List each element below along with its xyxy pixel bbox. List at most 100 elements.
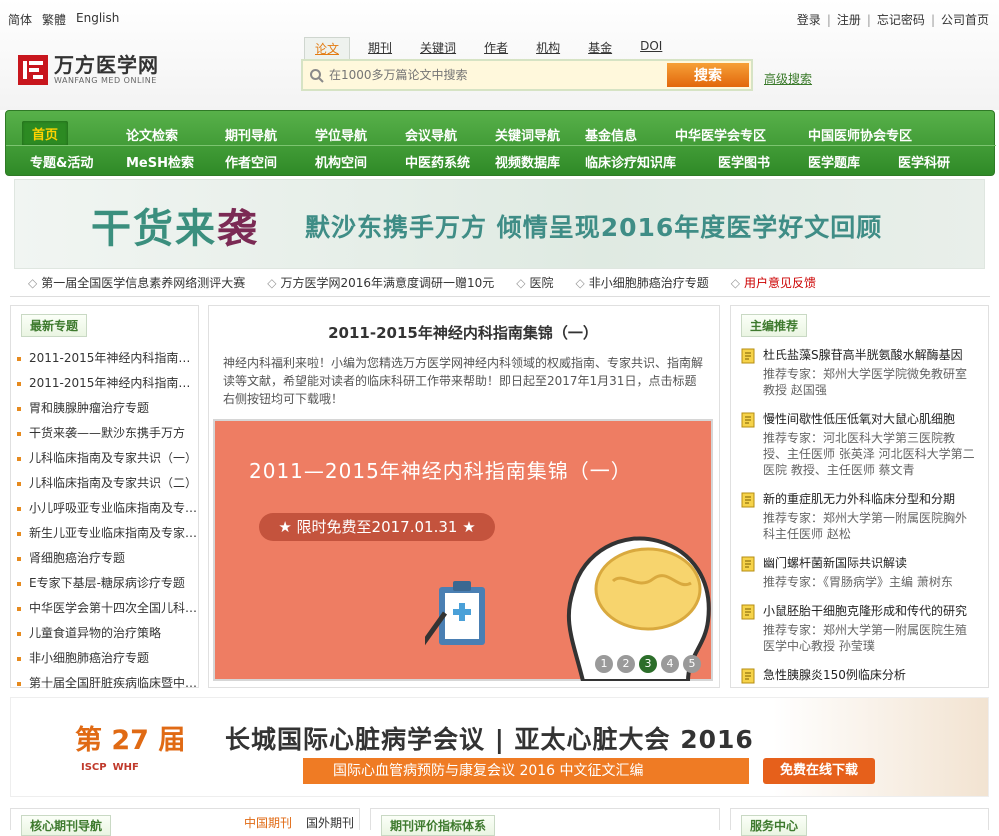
advanced-search-link[interactable]: 高级搜索 [764,70,812,87]
latest-topics-panel: 最新专题 2011-2015年神经内科指南集锦（一） 2011-2015年神经内… [10,305,201,690]
item-title[interactable]: 小鼠胚胎干细胞克隆形成和传代的研究 [763,602,975,619]
tab-journal[interactable]: 期刊 [358,37,402,59]
partner-logo: WHF [112,762,139,773]
slide-badge: ★ 限时免费至2017.01.31 ★ [259,513,495,541]
list-item[interactable]: 肾细胞癌治疗专题 [17,546,201,571]
separator: | [866,12,871,27]
banner-edition: 第 27 届 [75,725,186,756]
list-item[interactable]: 儿童食道异物的治疗策略 [17,621,201,646]
promo-banner-conference[interactable]: 第 27 届 长城国际心脏病学会议 | 亚太心脏大会 2016 ISCP WHF… [10,697,989,797]
headline-link[interactable]: ◇ 第一届全国医学信息素养网络测评大赛 [28,274,245,291]
nav-cma[interactable]: 中华医学会专区 [675,125,766,144]
list-item[interactable]: E专家下基层-糖尿病诊疗专题 [17,571,201,596]
logo-cn: 万方医学网 [54,53,159,77]
nav-author-space[interactable]: 作者空间 [225,152,277,171]
document-icon [741,412,755,428]
tab-keyword[interactable]: 关键词 [410,37,466,59]
list-item[interactable]: 非小细胞肺癌治疗专题 [17,646,201,671]
feature-description: 神经内科福利来啦！小编为您精选万方医学网神经内科领域的权威指南、专家共识、指南解… [223,356,704,406]
search-box: 搜索 [301,59,753,91]
list-item[interactable]: 干货来袭——默沙东携手万方 [17,421,201,446]
nav-topics[interactable]: 专题&活动 [30,152,93,171]
list-item[interactable]: 第十届全国肝脏疾病临床暨中西医结合 [17,671,201,696]
feature-title[interactable]: 2011-2015年神经内科指南集锦（一） [209,322,717,343]
tab-foreign-journals[interactable]: 国外期刊 [306,814,354,831]
nav-mesh[interactable]: MeSH检索 [126,152,194,171]
list-item: 新的重症肌无力外科临床分型和分期 推荐专家：郑州大学第一附属医院胸外科主任医师 … [739,490,975,542]
tag-icon: ◇ [730,275,741,290]
lang-traditional[interactable]: 繁體 [42,11,66,28]
nav-fund[interactable]: 基金信息 [585,125,637,144]
journal-tabs: 中国期刊 国外期刊 [244,814,354,831]
tab-chinese-journals[interactable]: 中国期刊 [244,814,292,831]
journal-metrics-panel: 期刊评价指标体系 [370,808,720,836]
language-switcher: 简体 繁體 English [8,11,119,28]
nav-cmda[interactable]: 中国医师协会专区 [808,125,912,144]
list-item[interactable]: 小儿呼吸亚专业临床指南及专家共识 [17,496,201,521]
partner-logo: ISCP [81,762,107,773]
lang-english[interactable]: English [76,11,119,28]
nav-paper-search[interactable]: 论文检索 [126,125,178,144]
banner-subhead: 默沙东携手万方 倾情呈现2016年度医学好文回顾 [305,213,883,242]
banner-headline: 干货来袭 [91,206,259,252]
slide-pagination: 1 2 3 4 5 [595,655,701,673]
company-home-link[interactable]: 公司首页 [941,11,989,28]
site-logo[interactable]: 万方医学网 WANFANG MED ONLINE [18,54,159,85]
list-item[interactable]: 中华医学会第十四次全国儿科学术会议 [17,596,201,621]
item-title[interactable]: 急性胰腺炎150例临床分析 [763,666,975,683]
lang-simplified[interactable]: 简体 [8,11,32,28]
item-subtitle: 推荐专家：河北医科大学第三医院教授、主任医师 张英泽 河北医科大学第二医院 教授… [763,431,975,477]
document-icon [741,348,755,364]
item-title[interactable]: 幽门螺杆菌新国际共识解读 [763,554,975,571]
item-title[interactable]: 新的重症肌无力外科临床分型和分期 [763,490,975,507]
search-type-tabs: 论文 期刊 关键词 作者 机构 基金 DOI [304,37,680,59]
nav-question-bank[interactable]: 医学题库 [808,152,860,171]
tab-institution[interactable]: 机构 [526,37,570,59]
headline-link[interactable]: ◇ 万方医学网2016年满意度调研一赠10元 [267,274,494,291]
nav-conference[interactable]: 会议导航 [405,125,457,144]
list-item[interactable]: 儿科临床指南及专家共识（二） [17,471,201,496]
slide-dot[interactable]: 2 [617,655,635,673]
tab-fund[interactable]: 基金 [578,37,622,59]
nav-institution-space[interactable]: 机构空间 [315,152,367,171]
headline-link[interactable]: ◇ 医院 [516,274,553,291]
item-title[interactable]: 慢性间歇性低压低氧对大鼠心肌细胞 [763,410,975,427]
slide-dot[interactable]: 1 [595,655,613,673]
slide-dot[interactable]: 5 [683,655,701,673]
slide-dot-active[interactable]: 3 [639,655,657,673]
forgot-password-link[interactable]: 忘记密码 [877,11,925,28]
list-item[interactable]: 胃和胰腺肿瘤治疗专题 [17,396,201,421]
search-button[interactable]: 搜索 [667,63,749,87]
list-item[interactable]: 2011-2015年神经内科指南集锦（一） [17,346,201,371]
nav-journal[interactable]: 期刊导航 [225,125,277,144]
list-item[interactable]: 新生儿亚专业临床指南及专家共识 [17,521,201,546]
item-title[interactable]: 杜氏盐藻S腺苷高半胱氨酸水解酶基因 [763,346,975,363]
feedback-link[interactable]: ◇ 用户意见反馈 [731,274,816,291]
nav-research[interactable]: 医学科研 [898,152,950,171]
tab-paper[interactable]: 论文 [304,37,351,59]
slide-dot[interactable]: 4 [661,655,679,673]
list-item[interactable]: 2011-2015年神经内科指南集锦（二） [17,371,201,396]
register-link[interactable]: 注册 [837,11,861,28]
tag-icon: ◇ [575,275,585,290]
login-link[interactable]: 登录 [797,11,821,28]
promo-banner-msd[interactable]: 干货来袭 默沙东携手万方 倾情呈现2016年度医学好文回顾 [14,179,985,269]
nav-home[interactable]: 首页 [22,121,69,146]
logo-text: 万方医学网 WANFANG MED ONLINE [54,54,159,85]
nav-degree[interactable]: 学位导航 [315,125,367,144]
search-input[interactable] [329,65,667,85]
nav-keyword[interactable]: 关键词导航 [495,125,560,144]
feature-slide[interactable]: 2011—2015年神经内科指南集锦（一） ★ 限时免费至2017.01.31 … [213,419,713,681]
logo-icon [18,54,48,85]
nav-tcm[interactable]: 中医药系统 [405,152,470,171]
list-item: 幽门螺杆菌新国际共识解读 推荐专家：《胃肠病学》主编 萧树东 [739,554,975,590]
nav-clinical-kb[interactable]: 临床诊疗知识库 [585,152,676,171]
panel-title: 主编推荐 [741,314,808,337]
nav-books[interactable]: 医学图书 [718,152,770,171]
nav-video[interactable]: 视频数据库 [495,152,560,171]
tab-doi[interactable]: DOI [630,37,672,59]
free-download-button[interactable]: 免费在线下载 [763,758,875,784]
tab-author[interactable]: 作者 [474,37,518,59]
headline-link[interactable]: ◇ 非小细胞肺癌治疗专题 [576,274,709,291]
list-item[interactable]: 儿科临床指南及专家共识（一） [17,446,201,471]
